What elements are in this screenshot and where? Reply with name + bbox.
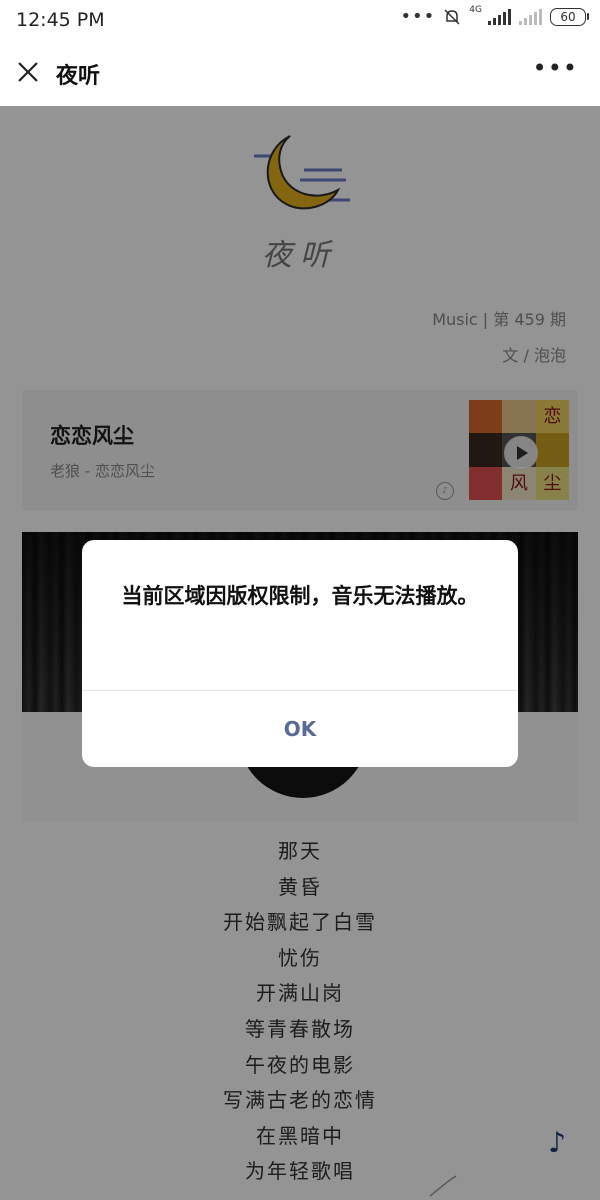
notification-dots-icon: •••	[400, 6, 436, 27]
alert-dialog: 当前区域因版权限制，音乐无法播放。 OK	[82, 540, 518, 767]
nav-bar: 夜听 •••	[0, 40, 600, 106]
page-title: 夜听	[56, 64, 101, 89]
more-icon[interactable]: •••	[533, 56, 578, 80]
status-time: 12:45 PM	[16, 9, 105, 31]
signal-secondary-icon	[519, 9, 542, 25]
mute-bell-icon	[444, 9, 460, 25]
close-icon[interactable]	[14, 58, 42, 86]
status-icons: ••• 4G 60	[400, 5, 589, 27]
status-bar: 12:45 PM ••• 4G 60	[0, 0, 600, 40]
battery-icon: 60	[550, 8, 589, 26]
signal-icon	[488, 9, 511, 25]
network-type: 4G	[469, 5, 482, 15]
ok-button[interactable]: OK	[82, 691, 518, 767]
dialog-message: 当前区域因版权限制，音乐无法播放。	[121, 584, 479, 608]
